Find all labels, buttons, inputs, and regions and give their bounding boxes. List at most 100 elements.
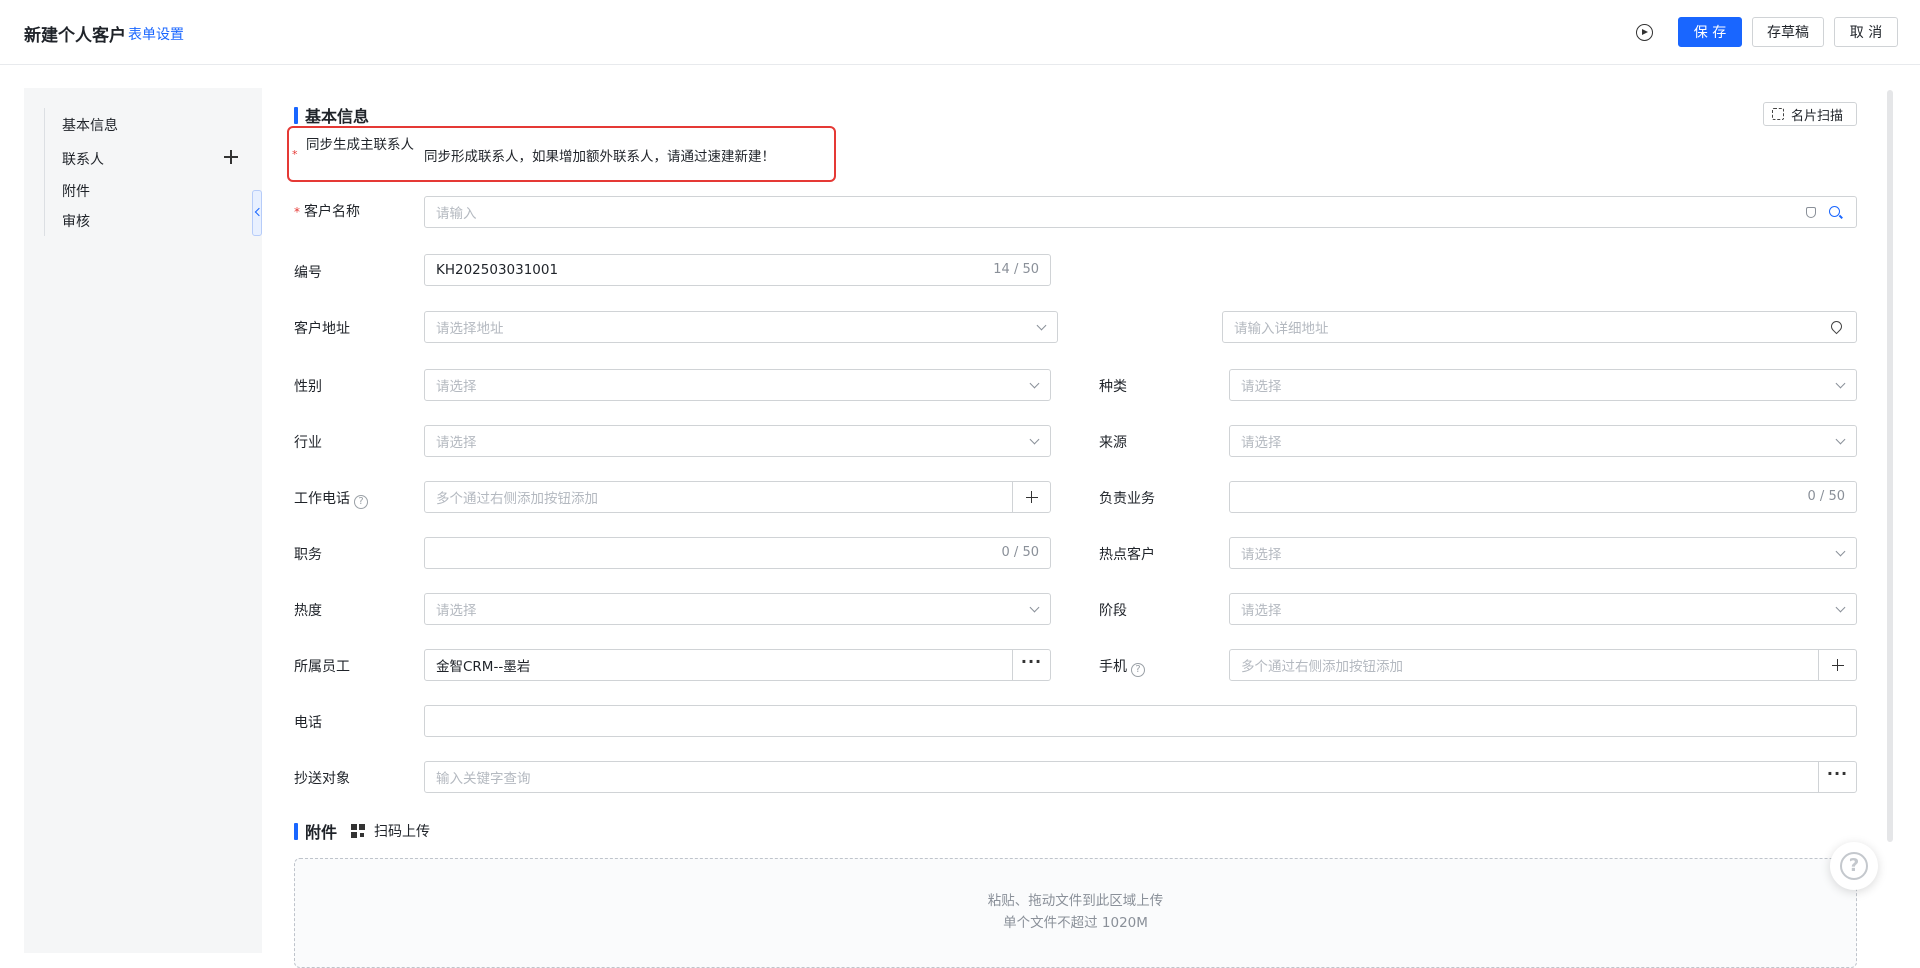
address-detail-input[interactable]: 请输入详细地址	[1222, 311, 1857, 343]
scan-icon	[1772, 108, 1784, 120]
cancel-button[interactable]: 取 消	[1834, 17, 1898, 47]
stage-label: 阶段	[1099, 603, 1127, 619]
work-phone-input[interactable]: 多个通过右侧添加按钮添加	[424, 481, 1051, 513]
chevron-down-icon	[1835, 378, 1846, 389]
qr-upload-link[interactable]: 扫码上传	[374, 821, 430, 841]
chevron-down-icon	[1835, 434, 1846, 445]
more-icon: ···	[1826, 764, 1849, 783]
scan-card-label: 名片扫描	[1791, 108, 1844, 124]
position-input[interactable]: 0 / 50	[424, 537, 1051, 569]
save-button[interactable]: 保 存	[1678, 17, 1742, 47]
sync-contact-label: 同步生成主联系人	[306, 137, 414, 153]
stage-select[interactable]: 请选择	[1229, 593, 1857, 625]
industry-label: 行业	[294, 435, 322, 451]
select-cc-button[interactable]: ···	[1818, 762, 1856, 792]
mobile-input[interactable]: 多个通过右侧添加按钮添加	[1229, 649, 1857, 681]
employee-input[interactable]: 金智CRM--墨岩 ···	[424, 649, 1051, 681]
business-char-count: 0 / 50	[1807, 489, 1845, 504]
customer-name-input[interactable]: 请输入	[424, 196, 1857, 228]
form-settings-link[interactable]: 表单设置	[128, 24, 184, 44]
nav-item-attachments[interactable]: 附件	[45, 176, 240, 206]
chevron-down-icon	[1835, 546, 1846, 557]
cc-placeholder: 输入关键字查询	[436, 771, 531, 787]
hot-customer-select[interactable]: 请选择	[1229, 537, 1857, 569]
select-employee-button[interactable]: ···	[1012, 650, 1050, 680]
cc-label: 抄送对象	[294, 771, 350, 787]
chevron-down-icon	[1029, 602, 1040, 613]
help-icon[interactable]: ?	[354, 495, 368, 509]
heat-label: 热度	[294, 603, 322, 619]
add-mobile-button[interactable]	[1818, 650, 1856, 680]
nav-item-review[interactable]: 审核	[45, 206, 240, 236]
customer-name-label-text: 客户名称	[304, 204, 360, 220]
mobile-label-text: 手机	[1099, 659, 1127, 675]
business-label: 负责业务	[1099, 491, 1155, 507]
required-mark: *	[294, 205, 300, 219]
qr-code-icon[interactable]	[351, 824, 366, 838]
work-phone-label-text: 工作电话	[294, 491, 350, 507]
hot-customer-placeholder: 请选择	[1241, 547, 1282, 563]
play-icon[interactable]	[1636, 24, 1653, 41]
section-title: 基本信息	[305, 107, 370, 126]
search-icon[interactable]	[1829, 206, 1840, 217]
work-phone-label: 工作电话?	[294, 488, 368, 509]
gender-select[interactable]: 请选择	[424, 369, 1051, 401]
category-label: 种类	[1099, 379, 1127, 395]
source-placeholder: 请选择	[1241, 435, 1282, 451]
collapse-nav-handle[interactable]	[252, 190, 262, 236]
number-input[interactable]: KH202503031001 14 / 50	[424, 254, 1051, 286]
location-pin-icon[interactable]	[1828, 318, 1845, 335]
plus-icon	[1831, 659, 1844, 671]
chevron-down-icon	[1029, 378, 1040, 389]
address-label: 客户地址	[294, 321, 350, 337]
number-label: 编号	[294, 265, 322, 281]
chevron-down-icon	[1835, 602, 1846, 613]
drop-zone-text: 粘贴、拖动文件到此区域上传	[987, 893, 1164, 909]
help-icon: ?	[1840, 852, 1868, 880]
section-nav: 基本信息 联系人 附件 审核	[44, 108, 240, 236]
nav-item-basic-info[interactable]: 基本信息	[45, 108, 240, 142]
chevron-down-icon	[1029, 434, 1040, 445]
shield-icon	[1806, 207, 1816, 218]
nav-item-label: 基本信息	[62, 118, 118, 134]
add-contact-icon[interactable]	[222, 148, 240, 166]
section-header-attachments: 附件 扫码上传	[294, 819, 430, 843]
employee-value: 金智CRM--墨岩	[436, 659, 531, 675]
industry-placeholder: 请选择	[436, 435, 477, 451]
section-accent-bar	[294, 822, 298, 840]
address-select[interactable]: 请选择地址	[424, 311, 1058, 343]
hot-customer-label: 热点客户	[1099, 547, 1155, 563]
business-card-scan-button[interactable]: 名片扫描	[1763, 102, 1857, 126]
phone-input[interactable]	[424, 705, 1857, 737]
business-input[interactable]: 0 / 50	[1229, 481, 1857, 513]
source-select[interactable]: 请选择	[1229, 425, 1857, 457]
nav-item-contacts[interactable]: 联系人	[45, 142, 240, 176]
heat-select[interactable]: 请选择	[424, 593, 1051, 625]
file-size-limit-text: 单个文件不超过 1020M	[1003, 915, 1148, 931]
attachments-title: 附件	[305, 823, 338, 842]
mobile-placeholder: 多个通过右侧添加按钮添加	[1241, 659, 1403, 675]
nav-item-label: 联系人	[62, 152, 104, 168]
category-select[interactable]: 请选择	[1229, 369, 1857, 401]
cc-input[interactable]: 输入关键字查询 ···	[424, 761, 1857, 793]
help-icon[interactable]: ?	[1131, 663, 1145, 677]
scrollbar[interactable]	[1887, 90, 1893, 842]
industry-select[interactable]: 请选择	[424, 425, 1051, 457]
stage-placeholder: 请选择	[1241, 603, 1282, 619]
address-detail-placeholder: 请输入详细地址	[1234, 321, 1329, 337]
sync-contact-text: 同步形成联系人，如果增加额外联系人，请通过速建新建！	[424, 149, 775, 165]
file-drop-zone[interactable]: 粘贴、拖动文件到此区域上传 单个文件不超过 1020M	[294, 858, 1857, 968]
employee-label: 所属员工	[294, 659, 350, 675]
number-value: KH202503031001	[436, 262, 559, 278]
source-label: 来源	[1099, 435, 1127, 451]
save-draft-button[interactable]: 存草稿	[1752, 17, 1824, 47]
gender-placeholder: 请选择	[436, 379, 477, 395]
nav-item-label: 审核	[62, 214, 90, 230]
position-char-count: 0 / 50	[1001, 545, 1039, 560]
work-phone-placeholder: 多个通过右侧添加按钮添加	[436, 491, 598, 507]
section-nav-panel: 基本信息 联系人 附件 审核	[24, 88, 262, 953]
gender-label: 性别	[294, 379, 322, 395]
add-work-phone-button[interactable]	[1012, 482, 1050, 512]
help-button[interactable]: ?	[1830, 842, 1878, 890]
phone-label: 电话	[294, 715, 322, 731]
